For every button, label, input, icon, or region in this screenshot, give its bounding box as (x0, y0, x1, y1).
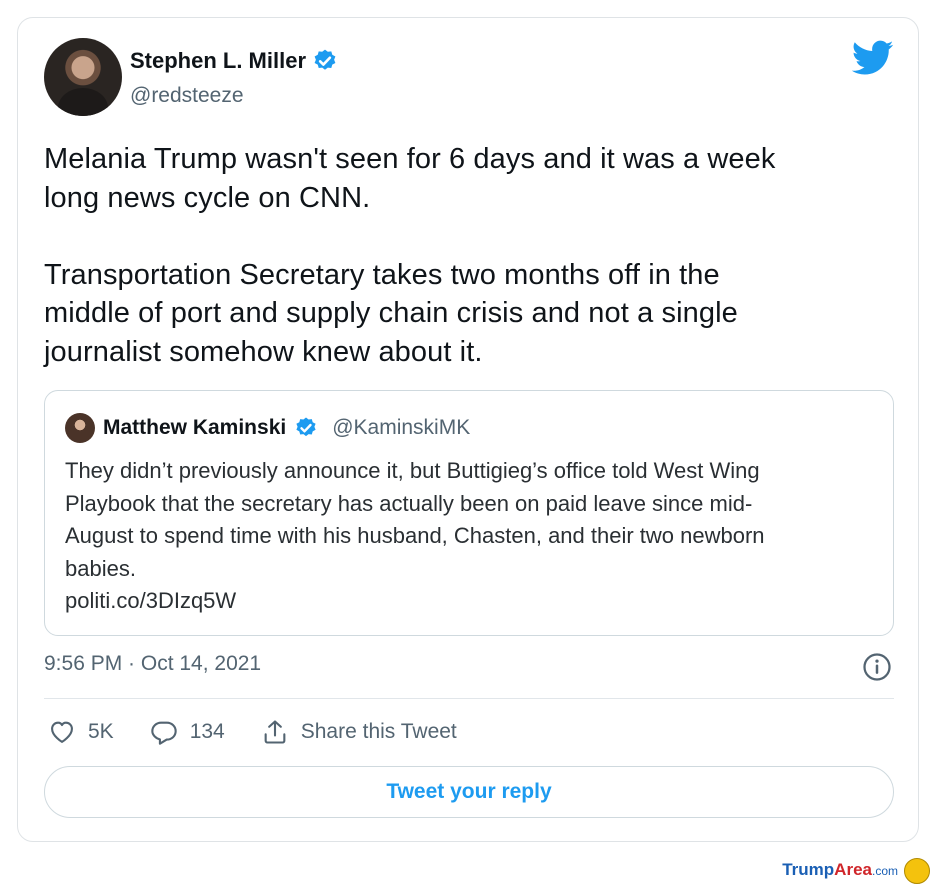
quoted-tweet-text: They didn’t previously announce it, but … (65, 458, 765, 613)
tweet-text: Melania Trump wasn't seen for 6 days and… (44, 143, 776, 368)
author-avatar[interactable] (44, 38, 122, 116)
emoji-icon (904, 858, 930, 884)
like-count: 5K (88, 720, 114, 743)
twitter-bird-icon[interactable] (852, 40, 894, 76)
quoted-tweet-header: Matthew Kaminski @KaminskiMK (65, 413, 470, 443)
like-button[interactable]: 5K (48, 718, 114, 746)
verified-icon (296, 417, 316, 437)
quoted-author-avatar (65, 413, 95, 443)
share-icon (264, 720, 286, 744)
tweet-timestamp[interactable]: 9:56 PM · Oct 14, 2021 (44, 652, 261, 676)
author-handle[interactable]: @redsteeze (130, 84, 244, 108)
quoted-tweet[interactable]: Matthew Kaminski @KaminskiMK They didn’t… (44, 390, 894, 636)
tweet-card: Stephen L. Miller @redsteeze Melania Tru… (17, 17, 919, 842)
divider (44, 698, 894, 699)
quoted-author-name: Matthew Kaminski (103, 416, 287, 439)
watermark-brand-b: Area (834, 860, 872, 879)
quoted-author-handle: @KaminskiMK (332, 416, 471, 439)
reply-button-label: Tweet your reply (386, 780, 552, 803)
reply-button[interactable]: 134 (150, 718, 225, 746)
watermark-brand-a: Trump (782, 860, 835, 879)
share-button[interactable]: Share this Tweet (261, 718, 457, 746)
author-name[interactable]: Stephen L. Miller (130, 48, 306, 74)
watermark: TrumpArea.com (782, 860, 898, 880)
verified-icon (314, 49, 336, 70)
reply-icon (150, 721, 177, 745)
author-name-row: Stephen L. Miller (130, 48, 338, 74)
heart-icon (51, 721, 73, 743)
share-label: Share this Tweet (300, 720, 457, 743)
tweet-your-reply-button[interactable]: Tweet your reply (44, 766, 894, 818)
info-icon[interactable] (862, 652, 892, 682)
watermark-brand-c: .com (871, 864, 898, 878)
action-bar: 5K 134 Share this Tweet (48, 718, 493, 746)
reply-count: 134 (189, 720, 225, 743)
